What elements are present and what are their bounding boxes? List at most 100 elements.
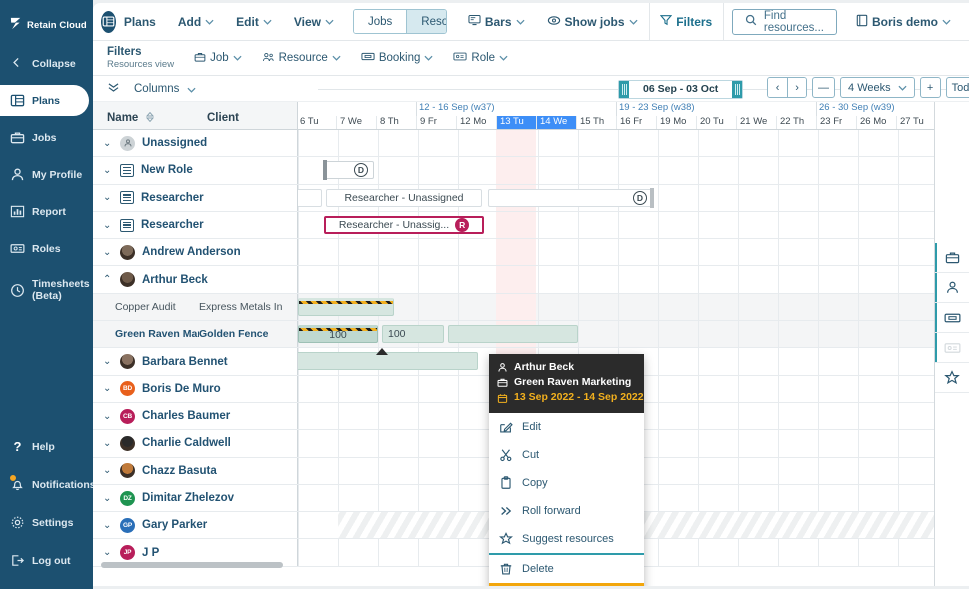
- resource-row[interactable]: ⌄ New Role D: [93, 157, 969, 185]
- sidebar-collapse-button[interactable]: Collapse: [0, 48, 93, 85]
- timeline-lane[interactable]: D: [298, 157, 969, 184]
- menu-add[interactable]: Add: [167, 3, 225, 41]
- nav-arrows[interactable]: ‹ ›: [767, 77, 808, 98]
- prev-period-button[interactable]: ‹: [768, 78, 788, 97]
- row-name-cell[interactable]: ⌄ New Role: [93, 157, 298, 184]
- row-expand-caret[interactable]: ⌄: [103, 438, 113, 449]
- rail-button-booking[interactable]: [935, 303, 969, 333]
- day-label[interactable]: 8 Th: [376, 116, 416, 129]
- column-header-name[interactable]: Name: [93, 111, 201, 129]
- sidebar-item-settings[interactable]: Settings: [0, 507, 93, 538]
- resource-row[interactable]: ⌄ Andrew Anderson: [93, 239, 969, 267]
- rail-button-favourites[interactable]: [935, 363, 969, 393]
- sort-icon[interactable]: [146, 111, 155, 124]
- row-expand-caret[interactable]: ⌄: [103, 411, 113, 422]
- context-item-cut[interactable]: Cut: [489, 441, 644, 469]
- show-jobs-menu[interactable]: Show jobs: [536, 3, 649, 41]
- filters-toggle[interactable]: Filters: [649, 3, 723, 41]
- day-label[interactable]: 22 Th: [776, 116, 816, 129]
- row-name-cell[interactable]: ⌄ Researcher: [93, 211, 298, 239]
- row-name-cell[interactable]: ⌄ Andrew Anderson: [93, 239, 298, 266]
- row-name-cell[interactable]: Copper Audit Express Metals In: [93, 293, 298, 321]
- row-expand-caret[interactable]: ⌄: [103, 247, 113, 258]
- range-handle-right[interactable]: [732, 80, 743, 98]
- booking-bar[interactable]: D: [324, 161, 374, 180]
- day-label[interactable]: 27 Tu: [896, 116, 936, 129]
- filter-chip-job[interactable]: Job: [194, 51, 242, 66]
- timeline-lane[interactable]: 100: [232, 293, 969, 321]
- context-item-edit[interactable]: Edit: [489, 413, 644, 441]
- row-name-cell[interactable]: ⌃ Arthur Beck: [93, 266, 298, 293]
- day-label[interactable]: 16 Fr: [616, 116, 656, 129]
- menu-edit[interactable]: Edit: [225, 3, 283, 41]
- booking-bar[interactable]: [448, 325, 578, 344]
- row-name-cell[interactable]: ⌄ Researcher: [93, 184, 298, 211]
- booking-bar[interactable]: 100: [382, 325, 444, 344]
- resource-row[interactable]: ⌃ Arthur Beck: [93, 266, 969, 294]
- row-name-cell[interactable]: ⌄ CB Charles Baumer: [93, 402, 298, 430]
- sidebar-item-timesheets[interactable]: Timesheets (Beta): [0, 270, 93, 310]
- day-label[interactable]: 6 Tu: [298, 116, 336, 129]
- today-button[interactable]: Today: [945, 77, 969, 98]
- booking-row[interactable]: Green Raven Market...Golden Fence 100 100: [93, 321, 969, 349]
- row-name-cell[interactable]: ⌄ BD Boris De Muro: [93, 375, 298, 402]
- row-expand-caret[interactable]: ⌄: [103, 138, 113, 149]
- filter-chip-resource[interactable]: Resource: [262, 51, 341, 66]
- row-expand-caret[interactable]: ⌃: [103, 274, 113, 285]
- row-expand-caret[interactable]: ⌄: [103, 220, 113, 231]
- timeline-lane[interactable]: Researcher - Unassigned D: [262, 184, 969, 211]
- sidebar-item-report[interactable]: Report: [0, 196, 93, 227]
- context-item-copy[interactable]: Copy: [489, 469, 644, 497]
- tab-resources[interactable]: Resources: [406, 10, 446, 33]
- day-label[interactable]: 26 Mo: [856, 116, 896, 129]
- booking-bar[interactable]: 100: [298, 325, 378, 344]
- booking-bar[interactable]: Researcher - Unassigned: [326, 188, 482, 207]
- account-menu[interactable]: Boris demo: [845, 3, 969, 41]
- context-item-roll-forward[interactable]: Roll forward: [489, 497, 644, 525]
- row-expand-caret[interactable]: ⌄: [103, 356, 113, 367]
- next-period-button[interactable]: ›: [787, 78, 807, 97]
- booking-bar[interactable]: [298, 297, 394, 316]
- day-label[interactable]: 13 Tu: [496, 116, 536, 129]
- row-expand-caret[interactable]: ⌄: [103, 520, 113, 531]
- day-label[interactable]: 7 We: [336, 116, 376, 129]
- zoom-in-button[interactable]: +: [919, 77, 941, 98]
- tab-jobs[interactable]: Jobs: [353, 10, 407, 33]
- timeline-lane[interactable]: Researcher - Unassig... R: [298, 211, 969, 239]
- row-name-cell[interactable]: ⌄ Charlie Caldwell: [93, 430, 298, 457]
- day-label[interactable]: 21 We: [736, 116, 776, 129]
- day-label[interactable]: 19 Mo: [656, 116, 696, 129]
- bar-resize-handle[interactable]: [323, 160, 327, 181]
- booking-row[interactable]: Copper Audit Express Metals In100: [93, 293, 969, 322]
- sidebar-item-plans[interactable]: Plans: [0, 85, 89, 116]
- resource-row[interactable]: ⌄ Researcher Researcher - Unassig... R: [93, 211, 969, 240]
- context-item-suggest-resources[interactable]: Suggest resources: [489, 525, 644, 553]
- horizontal-scrollbar-thumb[interactable]: [101, 562, 283, 568]
- timeline-lane[interactable]: [298, 239, 969, 266]
- day-label[interactable]: 14 We: [536, 116, 576, 129]
- columns-label[interactable]: Columns: [134, 83, 179, 95]
- booking-bar[interactable]: D: [488, 188, 653, 207]
- zoom-level-select[interactable]: 4 Weeks: [840, 77, 915, 98]
- row-expand-caret[interactable]: ⌄: [103, 192, 113, 203]
- row-name-cell[interactable]: Green Raven Market...Golden Fence: [93, 321, 298, 348]
- bar-resize-handle[interactable]: [650, 187, 654, 208]
- search-input[interactable]: Find resources...: [731, 8, 837, 35]
- day-label[interactable]: 12 Mo: [456, 116, 496, 129]
- row-name-cell[interactable]: ⌄ GP Gary Parker: [93, 512, 298, 539]
- filter-chip-booking[interactable]: Booking: [361, 51, 434, 65]
- sidebar-item-logout[interactable]: Log out: [0, 545, 93, 576]
- timeline-lane[interactable]: [298, 266, 969, 293]
- row-expand-caret[interactable]: ⌄: [103, 493, 113, 504]
- row-name-cell[interactable]: ⌄ Chazz Basuta: [93, 457, 298, 484]
- sidebar-item-roles[interactable]: Roles: [0, 233, 93, 264]
- zoom-out-button[interactable]: —: [812, 77, 836, 98]
- day-label[interactable]: 9 Fr: [416, 116, 456, 129]
- view-mode-segmented[interactable]: Jobs Resources: [352, 9, 447, 34]
- day-label[interactable]: 15 Th: [576, 116, 616, 129]
- chevron-down-icon[interactable]: [187, 82, 196, 96]
- menu-view[interactable]: View: [283, 3, 345, 41]
- row-name-cell[interactable]: ⌄ Unassigned: [93, 130, 298, 157]
- rail-button-jobs[interactable]: [935, 243, 969, 273]
- timeline-lane[interactable]: [298, 130, 969, 157]
